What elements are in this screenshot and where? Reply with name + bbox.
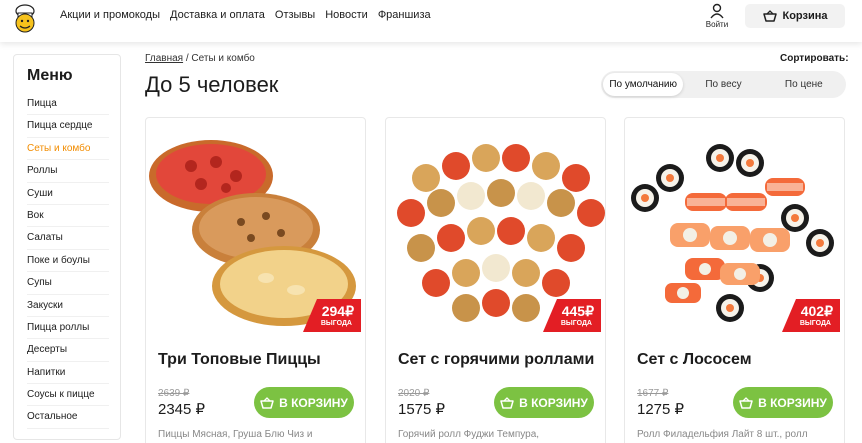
category-sidebar: Меню Пицца Пицца сердце Сеты и комбо Рол… <box>13 54 121 440</box>
sort-option-price[interactable]: По цене <box>764 73 844 96</box>
old-price: 2020 ₽ <box>398 388 430 399</box>
discount-label: ВЫГОДА <box>560 320 592 327</box>
basket-icon <box>260 396 274 409</box>
sidebar-item-sets[interactable]: Сеты и комбо <box>27 138 109 161</box>
nav-reviews[interactable]: Отзывы <box>275 9 315 21</box>
user-icon <box>710 3 724 19</box>
sidebar-item-other[interactable]: Остальное <box>27 406 109 429</box>
discount-label: ВЫГОДА <box>320 320 352 327</box>
sort-label: Сортировать: <box>780 53 849 64</box>
breadcrumb-current: Сеты и комбо <box>191 53 255 64</box>
add-to-cart-label: В КОРЗИНУ <box>279 395 348 410</box>
login-label: Войти <box>705 20 729 29</box>
sidebar-item-pizza[interactable]: Пицца <box>27 93 109 116</box>
sidebar-item-soups[interactable]: Супы <box>27 272 109 295</box>
price: 1575 ₽ <box>398 401 446 418</box>
old-price: 2639 ₽ <box>158 388 190 399</box>
discount-badge: 294₽ ВЫГОДА <box>303 299 361 332</box>
sidebar-item-rolls[interactable]: Роллы <box>27 160 109 183</box>
nav-promotions[interactable]: Акции и промокоды <box>60 9 160 21</box>
sidebar-item-heart-pizza[interactable]: Пицца сердце <box>27 115 109 138</box>
cart-label: Корзина <box>782 10 828 22</box>
sidebar-item-desserts[interactable]: Десерты <box>27 339 109 362</box>
site-header: Акции и промокоды Доставка и оплата Отзы… <box>0 0 862 42</box>
nav-news[interactable]: Новости <box>325 9 368 21</box>
product-name[interactable]: Сет с горячими роллами <box>398 351 594 369</box>
price: 1275 ₽ <box>637 401 685 418</box>
breadcrumb-home[interactable]: Главная <box>145 53 183 64</box>
discount-label: ВЫГОДА <box>799 320 831 327</box>
page-title: До 5 человек <box>145 72 279 97</box>
basket-icon <box>739 396 753 409</box>
product-description: Горячий ролл Фуджи Темпура, <box>398 429 540 440</box>
discount-badge: 445₽ ВЫГОДА <box>543 299 601 332</box>
sort-option-weight[interactable]: По весу <box>683 73 763 96</box>
breadcrumb-separator: / <box>185 53 189 64</box>
main-nav: Акции и промокоды Доставка и оплата Отзы… <box>60 9 431 21</box>
product-name[interactable]: Три Топовые Пиццы <box>158 351 321 369</box>
product-description: Ролл Филадельфия Лайт 8 шт., ролл <box>637 429 808 440</box>
sidebar-item-pizza-rolls[interactable]: Пицца роллы <box>27 317 109 340</box>
discount-value: 294₽ <box>321 303 354 319</box>
add-to-cart-label: В КОРЗИНУ <box>758 395 827 410</box>
sidebar-item-wok[interactable]: Вок <box>27 205 109 228</box>
sidebar-item-snacks[interactable]: Закуски <box>27 295 109 317</box>
chef-logo-icon[interactable] <box>12 4 38 33</box>
discount-value: 445₽ <box>561 303 594 319</box>
basket-icon <box>500 396 514 409</box>
add-to-cart-label: В КОРЗИНУ <box>519 395 588 410</box>
sidebar-item-sushi[interactable]: Суши <box>27 183 109 205</box>
category-list: Пицца Пицца сердце Сеты и комбо Роллы Су… <box>27 93 120 429</box>
product-card[interactable]: 402₽ ВЫГОДА Сет с Лососем 1677 ₽ 1275 ₽ … <box>624 117 845 443</box>
sidebar-item-poke[interactable]: Поке и боулы <box>27 250 109 273</box>
product-name[interactable]: Сет с Лососем <box>637 351 752 369</box>
discount-value: 402₽ <box>800 303 833 319</box>
cart-button[interactable]: Корзина <box>745 4 845 28</box>
price: 2345 ₽ <box>158 401 206 418</box>
sort-selector: По умолчанию По весу По цене <box>601 71 846 98</box>
product-card[interactable]: 445₽ ВЫГОДА Сет с горячими роллами 2020 … <box>385 117 606 443</box>
nav-delivery[interactable]: Доставка и оплата <box>170 9 265 21</box>
discount-badge: 402₽ ВЫГОДА <box>782 299 840 332</box>
login-button[interactable]: Войти <box>702 3 732 29</box>
sidebar-item-salads[interactable]: Салаты <box>27 227 109 250</box>
add-to-cart-button[interactable]: В КОРЗИНУ <box>254 387 354 418</box>
product-description: Пиццы Мясная, Груша Блю Чиз и <box>158 429 313 440</box>
basket-icon <box>762 10 777 22</box>
add-to-cart-button[interactable]: В КОРЗИНУ <box>733 387 833 418</box>
sidebar-item-sauces[interactable]: Соусы к пицце <box>27 384 109 407</box>
product-card[interactable]: 294₽ ВЫГОДА Три Топовые Пиццы 2639 ₽ 234… <box>145 117 366 443</box>
nav-franchise[interactable]: Франшиза <box>378 9 431 21</box>
add-to-cart-button[interactable]: В КОРЗИНУ <box>494 387 594 418</box>
old-price: 1677 ₽ <box>637 388 669 399</box>
sidebar-title: Меню <box>27 67 73 84</box>
breadcrumb: Главная / Сеты и комбо <box>145 53 255 64</box>
sort-option-default[interactable]: По умолчанию <box>603 73 684 96</box>
sidebar-item-drinks[interactable]: Напитки <box>27 362 109 385</box>
